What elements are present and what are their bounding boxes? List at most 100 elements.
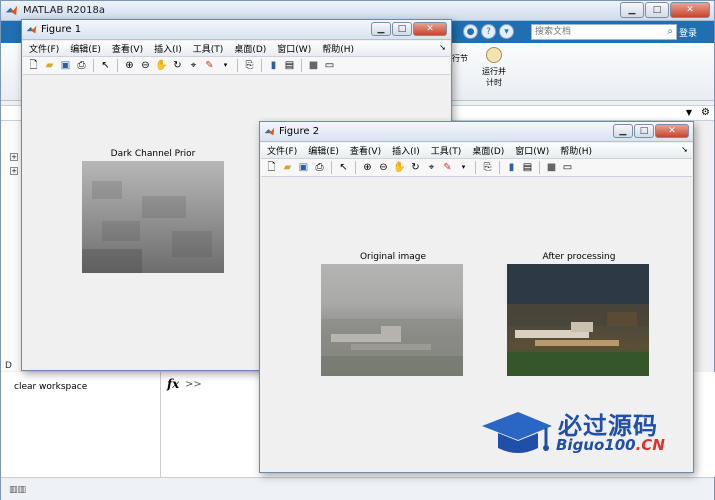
dark-channel-image[interactable] [82, 161, 224, 273]
stopwatch-icon [486, 47, 502, 63]
rotate-icon[interactable]: ↻ [409, 161, 422, 174]
main-window-title: MATLAB R2018a [23, 5, 106, 16]
run-section-label[interactable]: 行节 [452, 53, 468, 64]
community-icon[interactable]: ● [463, 24, 478, 39]
menu-edit[interactable]: 编辑(E) [70, 42, 101, 55]
colorbar-icon[interactable]: ▮ [505, 161, 518, 174]
figure-1-title-bar[interactable]: Figure 1 ▁ □ ✕ [22, 20, 451, 40]
close-button[interactable]: ✕ [655, 124, 689, 138]
menu-insert[interactable]: 插入(I) [392, 144, 420, 157]
axes-title-dark-channel: Dark Channel Prior [110, 149, 196, 159]
close-button[interactable]: ✕ [670, 2, 710, 18]
menu-tools[interactable]: 工具(T) [431, 144, 462, 157]
menu-desktop[interactable]: 桌面(D) [472, 144, 504, 157]
brush-icon[interactable]: ✎ [203, 59, 216, 72]
history-item[interactable]: clear workspace [14, 382, 87, 392]
maximize-button[interactable]: □ [645, 2, 669, 18]
documentation-search[interactable]: ⌕ [531, 24, 677, 40]
original-image-content [321, 319, 463, 376]
hide-plot-tools-icon[interactable]: ■ [545, 161, 558, 174]
zoom-in-icon[interactable]: ⊕ [361, 161, 374, 174]
open-file-icon[interactable]: ▰ [281, 161, 294, 174]
new-figure-icon[interactable]: 🗋 [27, 59, 40, 72]
pointer-icon[interactable]: ↖ [99, 59, 112, 72]
hide-plot-tools-icon[interactable]: ■ [307, 59, 320, 72]
chevron-down-icon[interactable]: ▾ [457, 161, 470, 174]
pan-icon[interactable]: ✋ [155, 59, 168, 72]
save-icon[interactable]: ▣ [59, 59, 72, 72]
save-icon[interactable]: ▣ [297, 161, 310, 174]
pan-icon[interactable]: ✋ [393, 161, 406, 174]
zoom-out-icon[interactable]: ⊖ [139, 59, 152, 72]
data-cursor-icon[interactable]: ⌖ [187, 59, 200, 72]
watermark-en-text: Biguo100.CN [556, 436, 665, 454]
brush-icon[interactable]: ✎ [441, 161, 454, 174]
history-panel-title: D [5, 361, 12, 371]
show-plot-tools-icon[interactable]: ▭ [561, 161, 574, 174]
menu-insert[interactable]: 插入(I) [154, 42, 182, 55]
menu-file[interactable]: 文件(F) [267, 144, 297, 157]
run-and-time-button[interactable]: 运行并计时 [479, 47, 509, 88]
dropdown-icon[interactable]: ▾ [499, 24, 514, 39]
chevron-down-icon[interactable]: ▾ [219, 59, 232, 72]
menu-desktop[interactable]: 桌面(D) [234, 42, 266, 55]
zoom-out-icon[interactable]: ⊖ [377, 161, 390, 174]
separator [475, 161, 476, 174]
print-icon[interactable]: ⎙ [313, 161, 326, 174]
print-icon[interactable]: ⎙ [75, 59, 88, 72]
matlab-logo-icon [264, 127, 275, 136]
legend-icon[interactable]: ▤ [283, 59, 296, 72]
menu-window[interactable]: 窗口(W) [515, 144, 549, 157]
maximize-button[interactable]: □ [392, 22, 412, 36]
menu-window[interactable]: 窗口(W) [277, 42, 311, 55]
data-cursor-icon[interactable]: ⌖ [425, 161, 438, 174]
minimize-button[interactable]: ▁ [620, 2, 644, 18]
chevron-down-icon[interactable]: ▼ [686, 108, 692, 117]
pointer-icon[interactable]: ↖ [337, 161, 350, 174]
settings-icon[interactable]: ⚙ [701, 107, 710, 118]
function-browser-icon[interactable]: fx [167, 377, 179, 391]
quick-access-toolbar: ● ? ▾ [463, 24, 514, 39]
separator [539, 161, 540, 174]
watermark-logo: 必过源码 Biguo100.CN [480, 404, 680, 460]
matlab-logo-icon [26, 25, 37, 34]
menu-help[interactable]: 帮助(H) [560, 144, 592, 157]
link-plot-icon[interactable]: ⎘ [481, 161, 494, 174]
expand-icon[interactable]: + [10, 167, 18, 175]
watermark-en-main: Biguo100 [556, 436, 636, 454]
close-button[interactable]: ✕ [413, 22, 447, 36]
menu-help[interactable]: 帮助(H) [322, 42, 354, 55]
dock-icon[interactable]: ➘ [439, 43, 446, 52]
zoom-in-icon[interactable]: ⊕ [123, 59, 136, 72]
separator [301, 59, 302, 72]
login-link[interactable]: 登录 [679, 26, 697, 39]
minimize-button[interactable]: ▁ [371, 22, 391, 36]
figure-2-toolbar: 🗋 ▰ ▣ ⎙ ↖ ⊕ ⊖ ✋ ↻ ⌖ ✎ ▾ ⎘ ▮ ▤ ■ ▭ [261, 159, 692, 177]
rotate-icon[interactable]: ↻ [171, 59, 184, 72]
maximize-button[interactable]: □ [634, 124, 654, 138]
link-plot-icon[interactable]: ⎘ [243, 59, 256, 72]
original-hazy-image[interactable] [321, 264, 463, 376]
menu-tools[interactable]: 工具(T) [193, 42, 224, 55]
menu-view[interactable]: 查看(V) [112, 42, 143, 55]
search-input[interactable] [532, 25, 660, 39]
separator [499, 161, 500, 174]
search-icon[interactable]: ⌕ [667, 26, 673, 37]
dock-icon[interactable]: ➘ [681, 145, 688, 154]
colorbar-icon[interactable]: ▮ [267, 59, 280, 72]
minimize-button[interactable]: ▁ [613, 124, 633, 138]
show-plot-tools-icon[interactable]: ▭ [323, 59, 336, 72]
separator [93, 59, 94, 72]
menu-edit[interactable]: 编辑(E) [308, 144, 339, 157]
open-file-icon[interactable]: ▰ [43, 59, 56, 72]
expand-icon[interactable]: + [10, 153, 18, 161]
figure-2-title-bar[interactable]: Figure 2 ▁ □ ✕ [260, 122, 693, 142]
processed-dehazed-image[interactable] [507, 264, 649, 376]
help-icon[interactable]: ? [481, 24, 496, 39]
menu-view[interactable]: 查看(V) [350, 144, 381, 157]
menu-file[interactable]: 文件(F) [29, 42, 59, 55]
separator [355, 161, 356, 174]
legend-icon[interactable]: ▤ [521, 161, 534, 174]
main-title-bar[interactable]: MATLAB R2018a ▁ □ ✕ [1, 1, 714, 21]
new-figure-icon[interactable]: 🗋 [265, 161, 278, 174]
